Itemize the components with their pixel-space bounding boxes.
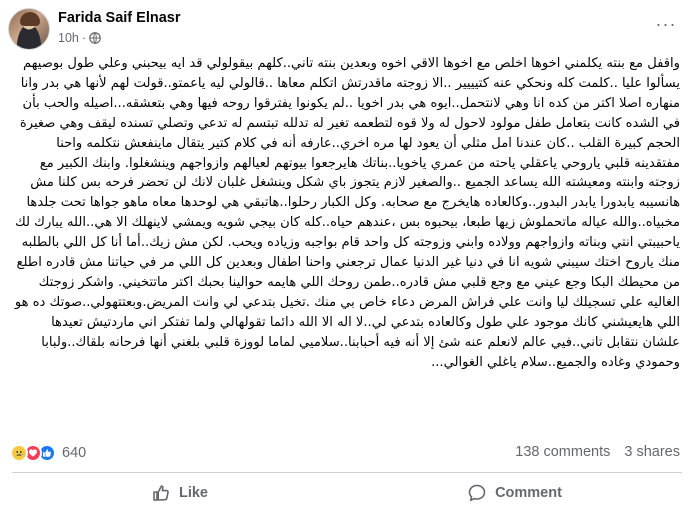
meta-separator: · [81,31,87,45]
like-label: Like [178,485,208,501]
post-meta: 10h · [58,31,101,45]
comment-button[interactable]: Comment [347,476,682,510]
engagement-counts: 138 comments 3 shares [515,444,680,460]
comments-count[interactable]: 138 comments [515,444,610,460]
shares-count[interactable]: 3 shares [624,444,680,460]
globe-icon[interactable] [89,32,101,44]
author-name[interactable]: Farida Saif Elnasr [58,10,181,26]
post-time[interactable]: 10h [58,31,79,45]
facebook-post: Farida Saif Elnasr 10h · ··· واقفل مع بن… [0,0,694,513]
post-text-body: واقفل مع بنته يكلمني اخوها اخلص مع اخوها… [14,56,680,370]
post-text: واقفل مع بنته يكلمني اخوها اخلص مع اخوها… [14,54,680,448]
post-stats: 640 138 comments 3 shares [10,444,684,466]
post-header: Farida Saif Elnasr 10h · ··· [8,8,686,52]
like-button[interactable]: Like [12,476,347,510]
actions-divider [12,472,682,473]
more-options-button[interactable]: ··· [652,14,680,34]
comment-bubble-icon [468,484,486,502]
reactions-summary[interactable]: 640 [10,444,86,462]
reactions-count: 640 [62,445,87,461]
sad-reaction-icon [10,444,28,462]
post-actions: Like Comment [12,476,682,510]
author-avatar[interactable] [8,8,50,50]
thumbs-up-icon [153,485,169,501]
comment-label: Comment [495,485,562,501]
